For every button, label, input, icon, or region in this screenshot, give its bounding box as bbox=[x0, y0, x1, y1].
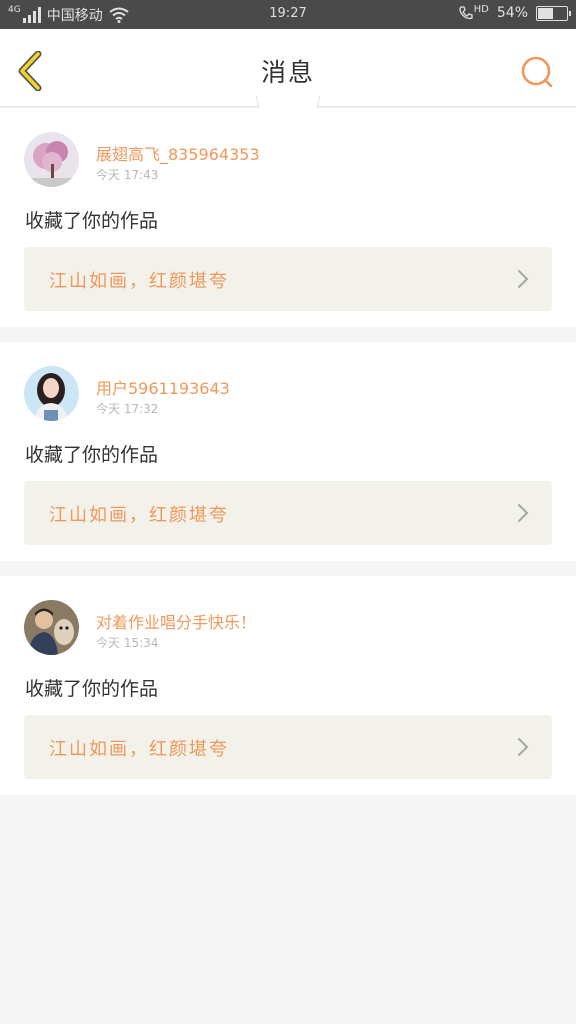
battery-percent: 54% bbox=[496, 5, 528, 21]
avatar[interactable] bbox=[24, 366, 79, 421]
work-title: 江山如画，红颜堪夸 bbox=[49, 271, 229, 292]
action-text: 收藏了你的作品 bbox=[25, 444, 159, 466]
username[interactable]: 展翅高飞_835964353 bbox=[96, 141, 260, 165]
message-list: 展翅高飞_835964353 今天 17:43 收藏了你的作品 江山如画，红颜堪… bbox=[0, 108, 576, 810]
work-link[interactable]: 江山如画，红颜堪夸 bbox=[24, 481, 552, 545]
message-card: 用户5961193643 今天 17:32 收藏了你的作品 江山如画，红颜堪夸 bbox=[0, 342, 576, 561]
work-title: 江山如画，红颜堪夸 bbox=[49, 505, 229, 526]
message-card: 对着作业唱分手快乐！ 今天 15:34 收藏了你的作品 江山如画，红颜堪夸 bbox=[0, 576, 576, 795]
work-title: 江山如画，红颜堪夸 bbox=[49, 739, 229, 760]
battery-icon bbox=[536, 5, 571, 21]
timestamp: 今天 15:34 bbox=[96, 636, 159, 650]
timestamp: 今天 17:43 bbox=[96, 168, 159, 182]
action-text: 收藏了你的作品 bbox=[25, 210, 159, 232]
message-card: 展翅高飞_835964353 今天 17:43 收藏了你的作品 江山如画，红颜堪… bbox=[0, 108, 576, 327]
hd-label: HD bbox=[473, 3, 489, 15]
chevron-right-icon bbox=[517, 737, 529, 757]
work-link[interactable]: 江山如画，红颜堪夸 bbox=[24, 247, 552, 311]
hd-call-icon bbox=[458, 6, 473, 20]
page-title: 消息 bbox=[260, 58, 315, 87]
status-bar: 4G 中国移动 19:27 HD 54% bbox=[0, 0, 576, 29]
chevron-right-icon bbox=[517, 503, 529, 523]
work-link[interactable]: 江山如画，红颜堪夸 bbox=[24, 715, 552, 779]
username[interactable]: 对着作业唱分手快乐！ bbox=[96, 609, 256, 633]
username[interactable]: 用户5961193643 bbox=[96, 375, 230, 399]
avatar[interactable] bbox=[24, 600, 79, 655]
search-button[interactable] bbox=[520, 55, 556, 91]
chevron-right-icon bbox=[517, 269, 529, 289]
avatar[interactable] bbox=[24, 132, 79, 187]
timestamp: 今天 17:32 bbox=[96, 402, 159, 416]
search-icon bbox=[521, 56, 553, 88]
action-text: 收藏了你的作品 bbox=[25, 678, 159, 700]
